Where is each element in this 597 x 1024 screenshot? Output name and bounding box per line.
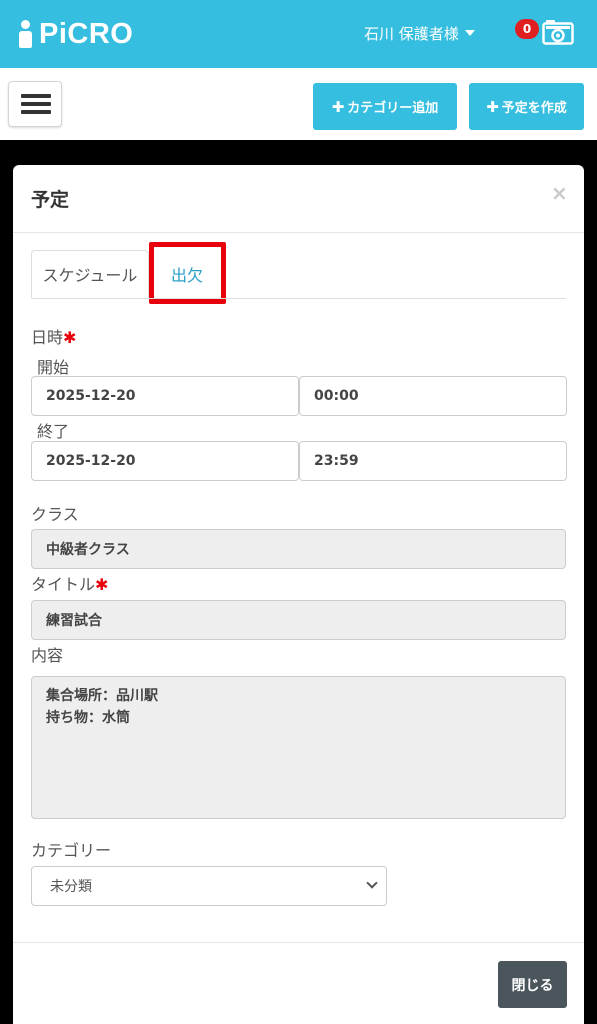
- create-event-label: 予定を作成: [501, 101, 567, 116]
- end-label: 終了: [37, 422, 70, 441]
- content-textarea: 集合場所：品川駅 持ち物：水筒: [31, 676, 566, 819]
- menu-button[interactable]: [8, 81, 62, 127]
- category-select[interactable]: 未分類: [31, 866, 387, 906]
- title-label: タイトル✱: [31, 571, 108, 595]
- modal-header-divider: [13, 232, 584, 233]
- start-time-input[interactable]: 00:00: [299, 376, 567, 416]
- content-line: 持ち物：水筒: [46, 710, 130, 726]
- modal-title: 予定: [31, 189, 70, 211]
- required-icon: ✱: [63, 328, 77, 347]
- camera-icon[interactable]: [542, 19, 574, 45]
- notification-badge: 0: [515, 19, 539, 39]
- datetime-label: 日時✱: [31, 324, 76, 348]
- close-icon[interactable]: ×: [551, 181, 568, 205]
- add-category-label: カテゴリー追加: [347, 101, 439, 116]
- picro-logo[interactable]: PiCRO: [16, 16, 133, 52]
- add-category-button[interactable]: ✚ カテゴリー追加: [313, 83, 457, 130]
- chevron-down-icon: [366, 877, 378, 889]
- tab-divider: [31, 298, 566, 299]
- datetime-label-text: 日時: [31, 328, 64, 347]
- toolbar: ✚ カテゴリー追加 ✚ 予定を作成: [0, 68, 597, 140]
- user-menu[interactable]: 石川 保護者様: [364, 22, 475, 44]
- close-button[interactable]: 閉じる: [498, 961, 567, 1008]
- event-modal: 予定 × スケジュール 出欠 日時✱ 開始 2025-12-20 00:00 終…: [13, 165, 584, 1024]
- caret-down-icon: [464, 30, 475, 36]
- start-label: 開始: [37, 358, 70, 377]
- plus-icon: ✚: [486, 97, 499, 116]
- class-label: クラス: [31, 505, 79, 524]
- tab-schedule[interactable]: スケジュール: [31, 250, 149, 298]
- category-value: 未分類: [50, 879, 92, 895]
- start-date-input[interactable]: 2025-12-20: [31, 376, 299, 416]
- required-icon: ✱: [95, 575, 109, 594]
- create-event-button[interactable]: ✚ 予定を作成: [469, 83, 584, 130]
- user-name: 石川 保護者様: [364, 24, 459, 43]
- person-icon: [16, 19, 36, 49]
- class-field: 中級者クラス: [31, 529, 566, 569]
- title-label-text: タイトル: [31, 575, 96, 594]
- content-line: 集合場所：品川駅: [46, 688, 158, 704]
- app-header: PiCRO 石川 保護者様 0: [0, 0, 597, 68]
- end-time-input[interactable]: 23:59: [299, 441, 567, 481]
- category-label: カテゴリー: [31, 841, 112, 860]
- title-field: 練習試合: [31, 600, 566, 640]
- logo-text: PiCRO: [39, 17, 134, 50]
- plus-icon: ✚: [331, 97, 345, 116]
- modal-footer-divider: [13, 942, 584, 943]
- end-date-input[interactable]: 2025-12-20: [31, 441, 299, 481]
- attendance-tab-highlight: [149, 242, 226, 304]
- content-label: 内容: [31, 646, 64, 665]
